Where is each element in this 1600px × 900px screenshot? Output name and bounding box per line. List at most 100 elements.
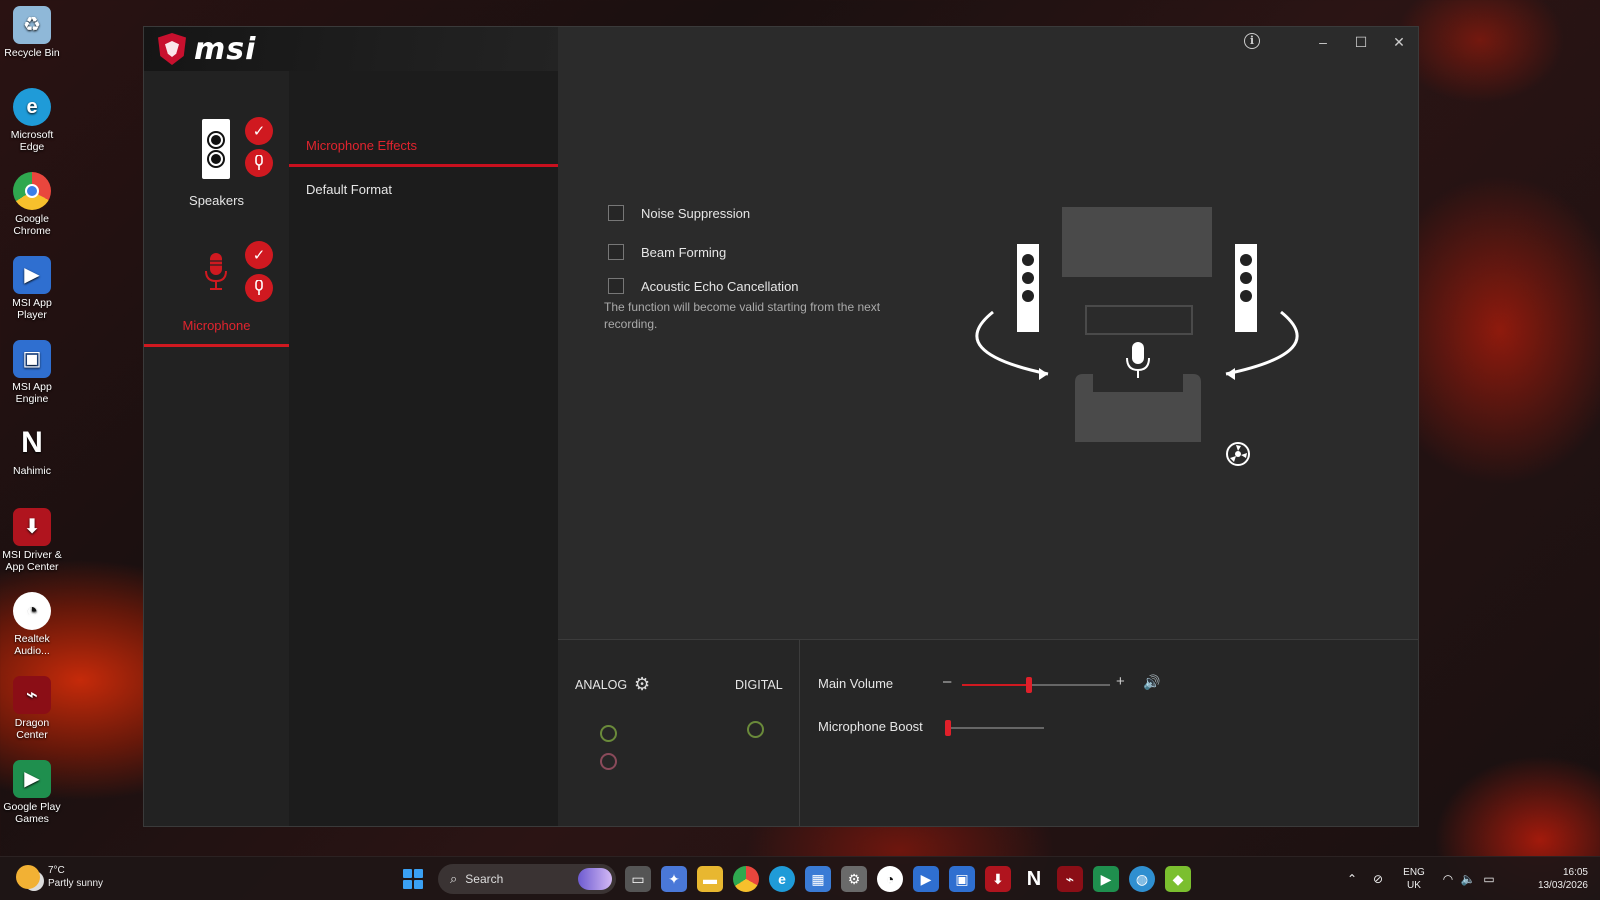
option-noise-suppression[interactable]: Noise Suppression [608,205,750,221]
clock-time: 16:05 [1562,867,1588,878]
submenu-microphone-effects[interactable]: Microphone Effects [289,125,558,167]
microphone-effects-illustration [975,207,1299,466]
weather-desc: Partly sunny [48,878,104,889]
analog-settings-gear-icon[interactable]: ⚙ [634,674,650,695]
msi-app-engine-icon: ▣ [13,340,51,378]
desktop-icon-msi-driver[interactable]: ⬇ MSI Driver & App Center [0,508,64,573]
start-button[interactable] [403,869,423,889]
digital-jack[interactable] [747,721,764,738]
default-comm-device-icon[interactable] [245,274,273,302]
digital-label: DIGITAL [735,678,783,692]
desktop-icon-label: Realtek Audio... [14,633,50,657]
desktop-icon-nahimic[interactable]: N Nahimic [0,424,64,478]
device-list: ✓ Speakers ✓ Microphone [144,71,289,826]
desktop-icon-msi-app-player[interactable]: ▶ MSI App Player [0,256,64,321]
google-play-games-icon[interactable]: ▶ [1093,866,1119,892]
effect-note: The function will become valid starting … [604,300,881,331]
device-microphone[interactable]: ✓ Microphone [144,201,289,347]
default-comm-device-icon[interactable] [245,149,273,177]
main-volume-slider[interactable] [962,677,1110,693]
msi-app-player-icon[interactable]: ▶ [913,866,939,892]
desktop-icon-label: Google Play Games [3,801,61,825]
desktop-icon-recycle-bin[interactable]: ♻ Recycle Bin [0,6,64,59]
submenu-default-format[interactable]: Default Format [289,169,558,211]
option-label: Beam Forming [641,244,727,260]
content-area: i – ☐ ✕ Noise Suppression Beam Forming A… [558,27,1418,639]
msi-shield-icon [158,33,186,65]
microphone-boost-slider[interactable] [945,720,1044,736]
msi-center-icon[interactable]: ⚙ [841,866,867,892]
analog-jack-pink[interactable] [600,753,617,770]
msi-app-engine-icon[interactable]: ▣ [949,866,975,892]
monitor-shape [1062,207,1212,277]
desktop-icon-chrome[interactable]: Google Chrome [0,172,64,237]
maximize-button[interactable]: ☐ [1342,27,1380,57]
taskbar: 7°C Partly sunny ⌕ Search ▭ ✦ ▬ e ▦ ⚙ ◔ … [0,856,1600,900]
desktop-icon-label: MSI Driver & App Center [2,549,62,573]
device-speakers[interactable]: ✓ Speakers [144,71,289,208]
option-acoustic-echo-cancellation[interactable]: Acoustic Echo Cancellation [608,278,799,294]
microphone-boost-label: Microphone Boost [818,719,923,734]
android-icon[interactable]: ◆ [1165,866,1191,892]
keyboard-shape [1085,305,1193,335]
chrome-icon [13,172,51,210]
close-button[interactable]: ✕ [1380,27,1418,57]
task-view-icon[interactable]: ▭ [625,866,651,892]
mic-on-desk-icon [1126,342,1150,378]
device-label-microphone: Microphone [182,318,251,333]
language-indicator[interactable]: ENG UK [1396,857,1432,900]
weather-temp: 7°C [48,865,65,876]
realtek-icon: ◔ [13,592,51,630]
default-device-check-icon[interactable]: ✓ [245,117,273,145]
globe-icon[interactable]: ◍ [1129,866,1155,892]
microphone-boost-thumb[interactable] [945,720,951,736]
dragon-center-icon[interactable]: ⌁ [1057,866,1083,892]
copilot-icon[interactable]: ✦ [661,866,687,892]
battery-icon[interactable]: ▭ [1478,857,1500,900]
speaker-icon [202,119,230,179]
info-icon[interactable]: i [1244,33,1260,49]
tray-chevron-icon[interactable]: ⌃ [1340,857,1364,900]
desktop-icon-label: Nahimic [13,465,51,477]
system-tray: ⌃ ⊘ ENG UK ◠ 🔈 ▭ 16:05 13/03/2026 [1340,857,1600,900]
dragon-center-icon: ⌁ [13,676,51,714]
wifi-icon[interactable]: ◠ [1438,857,1458,900]
acoustic-echo-cancellation-checkbox[interactable] [608,278,624,294]
file-explorer-icon[interactable]: ▬ [697,866,723,892]
volume-icon[interactable]: 🔈 [1458,857,1478,900]
desktop-icon-label: Dragon Center [14,717,50,741]
volume-panel: Main Volume – + 🔊 Microphone Boost [800,640,1418,826]
msi-driver-icon[interactable]: ⬇ [985,866,1011,892]
speaker-volume-icon[interactable]: 🔊 [1143,674,1160,691]
analog-label: ANALOG [575,678,628,692]
nahimic-icon[interactable]: N [1021,866,1047,892]
taskbar-search[interactable]: ⌕ Search [438,864,616,894]
noise-suppression-checkbox[interactable] [608,205,624,221]
desktop-icon-msi-app-engine[interactable]: ▣ MSI App Engine [0,340,64,405]
beam-forming-checkbox[interactable] [608,244,624,260]
microphone-icon [205,253,227,290]
default-device-check-icon[interactable]: ✓ [245,241,273,269]
edge-icon: e [13,88,51,126]
clock[interactable]: 16:05 13/03/2026 [1510,857,1590,900]
main-volume-thumb[interactable] [1025,677,1032,693]
volume-increase-button[interactable]: + [1116,673,1125,690]
store-icon[interactable]: ▦ [805,866,831,892]
option-beam-forming[interactable]: Beam Forming [608,244,726,260]
tray-network-off-icon[interactable]: ⊘ [1366,857,1390,900]
recycle-bin-icon: ♻ [13,6,51,44]
option-label: Noise Suppression [641,205,751,221]
msi-app-player-icon: ▶ [13,256,51,294]
realtek-icon[interactable]: ◔ [877,866,903,892]
desktop-icon-realtek[interactable]: ◔ Realtek Audio... [0,592,64,657]
minimize-button[interactable]: – [1304,27,1342,57]
volume-decrease-button[interactable]: – [943,673,951,690]
chrome-icon[interactable] [733,866,759,892]
analog-jack-green[interactable] [600,725,617,742]
weather-widget[interactable]: 7°C Partly sunny [16,864,103,890]
edge-icon[interactable]: e [769,866,795,892]
desktop-icon-google-play-games[interactable]: ▶ Google Play Games [0,760,64,825]
desktop-icon-dragon-center[interactable]: ⌁ Dragon Center [0,676,64,741]
desktop-icon-edge[interactable]: e Microsoft Edge [0,88,64,153]
partly-sunny-icon [16,865,40,889]
